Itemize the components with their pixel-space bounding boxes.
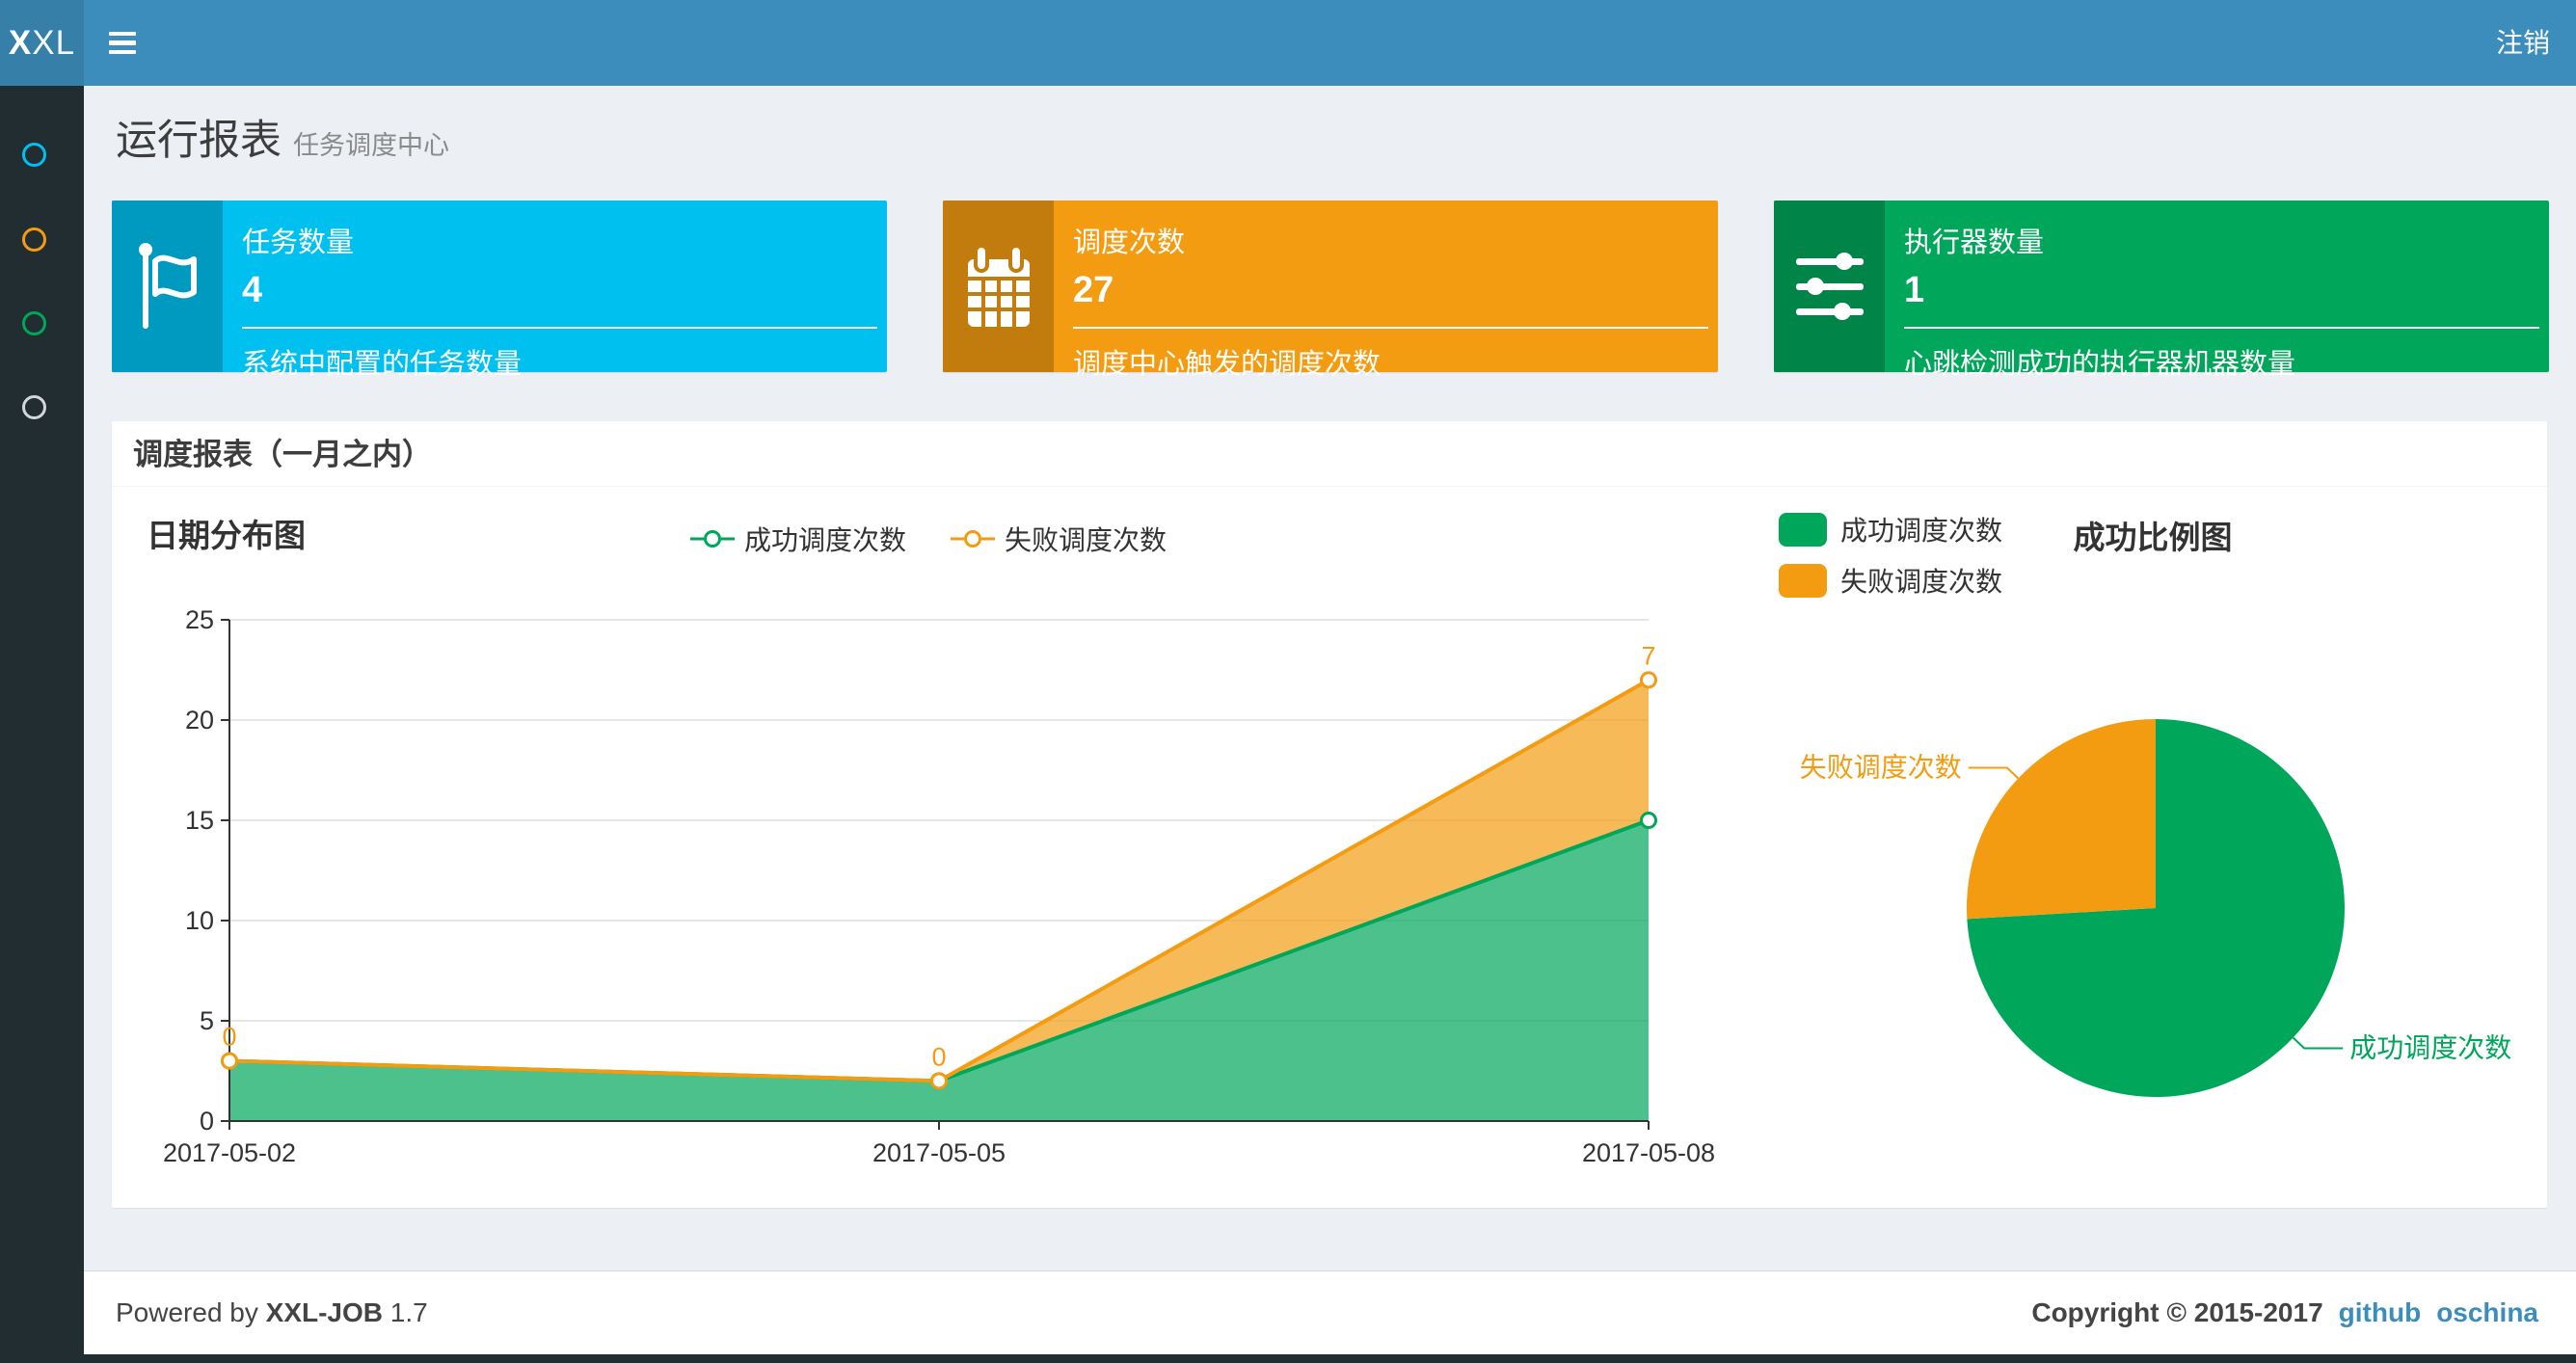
logo-bold: X bbox=[8, 24, 33, 62]
info-box-body: 执行器数量 1 心跳检测成功的执行器机器数量 bbox=[1885, 200, 2549, 380]
info-box-body: 调度次数 27 调度中心触发的调度次数 bbox=[1054, 200, 1718, 380]
svg-text:0: 0 bbox=[200, 1107, 214, 1136]
line-chart-legend: 成功调度次数 失败调度次数 bbox=[690, 520, 1167, 558]
content-area: 运行报表 任务调度中心 任务数量 4 系统中配置的任务数量 调度次数 27 调度… bbox=[84, 86, 2576, 1270]
info-box-jobs: 任务数量 4 系统中配置的任务数量 bbox=[112, 200, 887, 380]
legend-item-success[interactable]: 成功调度次数 bbox=[1779, 510, 2002, 548]
page-header: 运行报表 任务调度中心 bbox=[116, 107, 449, 167]
info-box-label: 调度次数 bbox=[1073, 227, 1186, 258]
divider bbox=[1073, 327, 1708, 329]
page-footer: Powered by XXL-JOB 1.7 Copyright © 2015-… bbox=[84, 1270, 2576, 1354]
info-box-body: 任务数量 4 系统中配置的任务数量 bbox=[223, 200, 887, 380]
info-box-label: 任务数量 bbox=[242, 227, 355, 258]
pie-chart-title: 成功比例图 bbox=[2073, 520, 2233, 555]
svg-text:0: 0 bbox=[222, 1023, 236, 1052]
sidebar-item-2[interactable] bbox=[0, 205, 84, 273]
legend-item-fail[interactable]: 失败调度次数 bbox=[951, 520, 1167, 558]
calendar-icon bbox=[943, 200, 1054, 372]
swatch-icon bbox=[1779, 563, 1827, 598]
line-circle-marker-icon bbox=[951, 530, 996, 548]
svg-text:0: 0 bbox=[931, 1042, 946, 1071]
svg-text:成功调度次数: 成功调度次数 bbox=[2349, 1032, 2511, 1062]
flag-icon bbox=[112, 200, 223, 372]
legend-label: 失败调度次数 bbox=[1840, 567, 2003, 597]
svg-text:15: 15 bbox=[185, 806, 214, 835]
swatch-icon bbox=[1779, 512, 1827, 547]
pie-chart-legend: 成功调度次数 失败调度次数 bbox=[1779, 510, 2002, 600]
divider bbox=[242, 327, 877, 329]
info-box-description: 系统中配置的任务数量 bbox=[242, 349, 523, 380]
schedule-report-panel: 调度报表（一月之内） 日期分布图 成功调度次数 失败调度次数 0 5 10 15… bbox=[112, 421, 2547, 1208]
circle-o-icon bbox=[22, 227, 46, 252]
legend-label: 成功调度次数 bbox=[1840, 516, 2003, 546]
sliders-icon bbox=[1774, 200, 1885, 372]
svg-text:失败调度次数: 失败调度次数 bbox=[1800, 753, 1962, 783]
info-box-description: 心跳检测成功的执行器机器数量 bbox=[1904, 349, 2296, 380]
github-link[interactable]: github bbox=[2339, 1297, 2422, 1328]
svg-text:2017-05-05: 2017-05-05 bbox=[872, 1138, 1006, 1167]
circle-o-icon bbox=[22, 394, 46, 419]
info-box-description: 调度中心触发的调度次数 bbox=[1073, 349, 1382, 380]
copyright: Copyright © 2015-2017 github oschina bbox=[2031, 1297, 2538, 1328]
info-box-value: 27 bbox=[1073, 270, 1114, 310]
svg-text:20: 20 bbox=[185, 706, 214, 735]
svg-text:5: 5 bbox=[200, 1006, 214, 1035]
powered-by: Powered by XXL-JOB 1.7 bbox=[116, 1297, 428, 1328]
info-box-executors: 执行器数量 1 心跳检测成功的执行器机器数量 bbox=[1774, 200, 2549, 380]
sidebar-item-3[interactable] bbox=[0, 289, 84, 357]
circle-o-icon bbox=[22, 142, 46, 167]
xxl-job-dashboard: XXL 注销 运行报表 任务调度中心 任务数量 4 系统中配置的任务数量 调度次… bbox=[0, 0, 2576, 1363]
copyright-text: Copyright © 2015-2017 bbox=[2031, 1297, 2323, 1327]
app-logo[interactable]: XXL bbox=[0, 0, 84, 86]
legend-item-success[interactable]: 成功调度次数 bbox=[690, 520, 906, 558]
product-version: 1.7 bbox=[389, 1297, 428, 1327]
page-title: 运行报表 bbox=[116, 118, 282, 164]
divider bbox=[1904, 327, 2539, 329]
page-subtitle: 任务调度中心 bbox=[293, 131, 449, 160]
info-box-value: 4 bbox=[242, 270, 263, 310]
info-box-label: 执行器数量 bbox=[1904, 227, 2045, 258]
legend-item-fail[interactable]: 失败调度次数 bbox=[1779, 561, 2002, 600]
oschina-link[interactable]: oschina bbox=[2436, 1297, 2538, 1328]
svg-text:7: 7 bbox=[1641, 641, 1655, 670]
info-box-triggers: 调度次数 27 调度中心触发的调度次数 bbox=[943, 200, 1718, 380]
circle-o-icon bbox=[22, 310, 46, 335]
product-name: XXL-JOB bbox=[265, 1297, 384, 1327]
top-navbar: XXL 注销 bbox=[0, 0, 2576, 86]
logout-button[interactable]: 注销 bbox=[2470, 0, 2576, 86]
line-chart-title: 日期分布图 bbox=[147, 518, 306, 553]
collapsed-sidebar bbox=[0, 86, 84, 1363]
sidebar-item-1[interactable] bbox=[0, 120, 84, 188]
svg-text:10: 10 bbox=[185, 906, 214, 935]
powered-by-text: Powered by bbox=[116, 1297, 258, 1327]
sidebar-toggle-button[interactable] bbox=[84, 0, 161, 86]
date-distribution-area-chart: 05101520252017-05-02 2017-05-05 2017-05-08… bbox=[163, 605, 1715, 1167]
svg-text:2017-05-08: 2017-05-08 bbox=[1582, 1138, 1715, 1167]
info-box-value: 1 bbox=[1904, 270, 1925, 310]
logo-rest: XL bbox=[32, 24, 76, 62]
legend-label: 成功调度次数 bbox=[744, 525, 907, 555]
sidebar-item-4[interactable] bbox=[0, 373, 84, 441]
line-circle-marker-icon bbox=[690, 530, 735, 548]
panel-title: 调度报表（一月之内） bbox=[112, 421, 2547, 487]
legend-label: 失败调度次数 bbox=[1005, 525, 1167, 555]
svg-text:2017-05-02: 2017-05-02 bbox=[163, 1138, 296, 1167]
svg-text:25: 25 bbox=[185, 605, 214, 634]
success-ratio-pie-chart: 成功调度次数 失败调度次数 bbox=[1800, 719, 2511, 1097]
